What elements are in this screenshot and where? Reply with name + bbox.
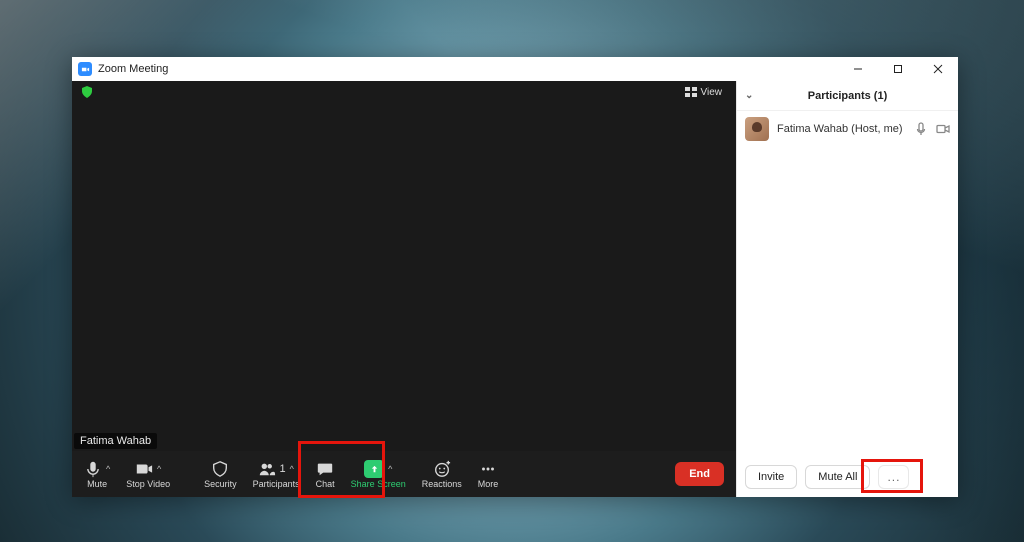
participants-caret-icon[interactable]: ^ bbox=[288, 464, 294, 474]
participant-row[interactable]: Fatima Wahab (Host, me) bbox=[737, 111, 958, 147]
window-minimize-button[interactable] bbox=[838, 57, 878, 81]
share-screen-button[interactable]: ^ Share Screen bbox=[343, 452, 414, 496]
security-button[interactable]: Security bbox=[196, 452, 245, 496]
video-pane: View Fatima Wahab ^ Mute bbox=[72, 81, 736, 497]
chat-button[interactable]: Chat bbox=[308, 452, 343, 496]
video-main-area[interactable]: Fatima Wahab bbox=[72, 103, 736, 451]
reactions-button[interactable]: Reactions bbox=[414, 452, 470, 496]
self-video-name-badge: Fatima Wahab bbox=[74, 433, 157, 449]
smiley-plus-icon bbox=[433, 460, 451, 478]
microphone-icon bbox=[84, 460, 102, 478]
participants-panel: ⌄ Participants (1) Fatima Wahab (Host, m… bbox=[736, 81, 958, 497]
window-titlebar: Zoom Meeting bbox=[72, 57, 958, 81]
more-dots-icon bbox=[479, 460, 497, 478]
participants-count: 1 bbox=[279, 463, 285, 475]
panel-collapse-caret-icon[interactable]: ⌄ bbox=[745, 90, 753, 101]
zoom-logo-icon bbox=[78, 62, 92, 76]
video-camera-icon bbox=[135, 460, 153, 478]
zoom-meeting-window: Zoom Meeting View Fatima Wahab bbox=[72, 57, 958, 497]
window-title: Zoom Meeting bbox=[98, 63, 168, 75]
encryption-shield-icon[interactable] bbox=[80, 85, 94, 99]
window-maximize-button[interactable] bbox=[878, 57, 918, 81]
mute-caret-icon[interactable]: ^ bbox=[104, 464, 110, 474]
share-caret-icon[interactable]: ^ bbox=[386, 464, 392, 474]
invite-button[interactable]: Invite bbox=[745, 465, 797, 489]
chat-bubble-icon bbox=[316, 460, 334, 478]
participants-panel-title: Participants (1) bbox=[808, 90, 887, 102]
participant-status-icons bbox=[914, 122, 950, 136]
participant-avatar bbox=[745, 117, 769, 141]
end-meeting-button[interactable]: End bbox=[675, 462, 724, 486]
view-button[interactable]: View bbox=[679, 85, 729, 100]
window-body: View Fatima Wahab ^ Mute bbox=[72, 81, 958, 497]
window-controls bbox=[838, 57, 958, 81]
meeting-toolbar: ^ Mute ^ Stop Video Security bbox=[72, 451, 736, 497]
video-caret-icon[interactable]: ^ bbox=[155, 464, 161, 474]
more-button[interactable]: More bbox=[470, 452, 507, 496]
share-screen-icon bbox=[364, 460, 384, 478]
view-label: View bbox=[701, 87, 723, 98]
mute-all-button[interactable]: Mute All bbox=[805, 465, 870, 489]
participants-button[interactable]: 1 ^ Participants bbox=[245, 452, 308, 496]
participant-camera-icon[interactable] bbox=[936, 122, 950, 136]
participants-icon bbox=[258, 460, 276, 478]
participant-name: Fatima Wahab (Host, me) bbox=[777, 123, 903, 135]
shield-icon bbox=[211, 460, 229, 478]
stop-video-button[interactable]: ^ Stop Video bbox=[118, 452, 178, 496]
participants-more-button[interactable]: ... bbox=[878, 465, 909, 489]
participants-panel-header: ⌄ Participants (1) bbox=[737, 81, 958, 111]
participants-panel-footer: Invite Mute All ... bbox=[737, 457, 958, 497]
participant-mic-icon[interactable] bbox=[914, 122, 928, 136]
video-topbar: View bbox=[72, 81, 736, 103]
window-close-button[interactable] bbox=[918, 57, 958, 81]
mute-button[interactable]: ^ Mute bbox=[76, 452, 118, 496]
view-grid-icon bbox=[685, 87, 697, 97]
